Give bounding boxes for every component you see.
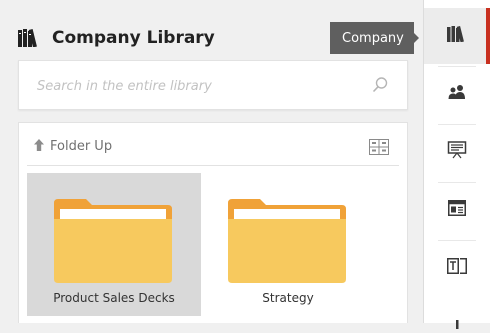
rail-item-text-box[interactable] (424, 240, 490, 296)
folder-up-label: Folder Up (50, 139, 113, 154)
presentation-icon (447, 141, 467, 163)
rail-item-more[interactable] (424, 298, 490, 329)
books-icon (18, 29, 44, 47)
rail-item-layout[interactable] (424, 182, 490, 238)
people-icon (447, 84, 467, 104)
grid-view-icon[interactable] (369, 139, 389, 159)
folder-browser: Folder Up Product Sales Decks Strategy (18, 122, 408, 323)
tooltip-text: Company (342, 30, 404, 46)
folder-icon (228, 199, 346, 287)
text-box-icon (447, 258, 467, 278)
folder-icon (54, 199, 172, 287)
books-icon (447, 25, 467, 46)
search-box (18, 60, 408, 110)
search-input[interactable] (37, 74, 357, 98)
search-icon[interactable] (371, 76, 389, 98)
folder-label: Product Sales Decks (53, 291, 175, 305)
tooltip: Company (330, 22, 414, 54)
rail-item-people[interactable] (424, 66, 490, 122)
folder-tile[interactable]: Product Sales Decks (27, 173, 201, 316)
library-title: Company Library (52, 28, 215, 48)
rail-item-presentation[interactable] (424, 124, 490, 180)
toolbar-divider (27, 165, 399, 166)
folder-label: Strategy (262, 291, 314, 305)
tooltip-arrow (412, 31, 419, 45)
right-rail (423, 0, 490, 329)
rail-item-library[interactable] (424, 8, 490, 64)
arrow-up-icon (33, 137, 45, 156)
more-icon (447, 314, 467, 333)
folder-tile[interactable]: Strategy (201, 173, 375, 316)
folder-up-button[interactable]: Folder Up (33, 137, 112, 156)
library-header: Company Library (18, 22, 215, 54)
layout-icon (448, 200, 466, 220)
